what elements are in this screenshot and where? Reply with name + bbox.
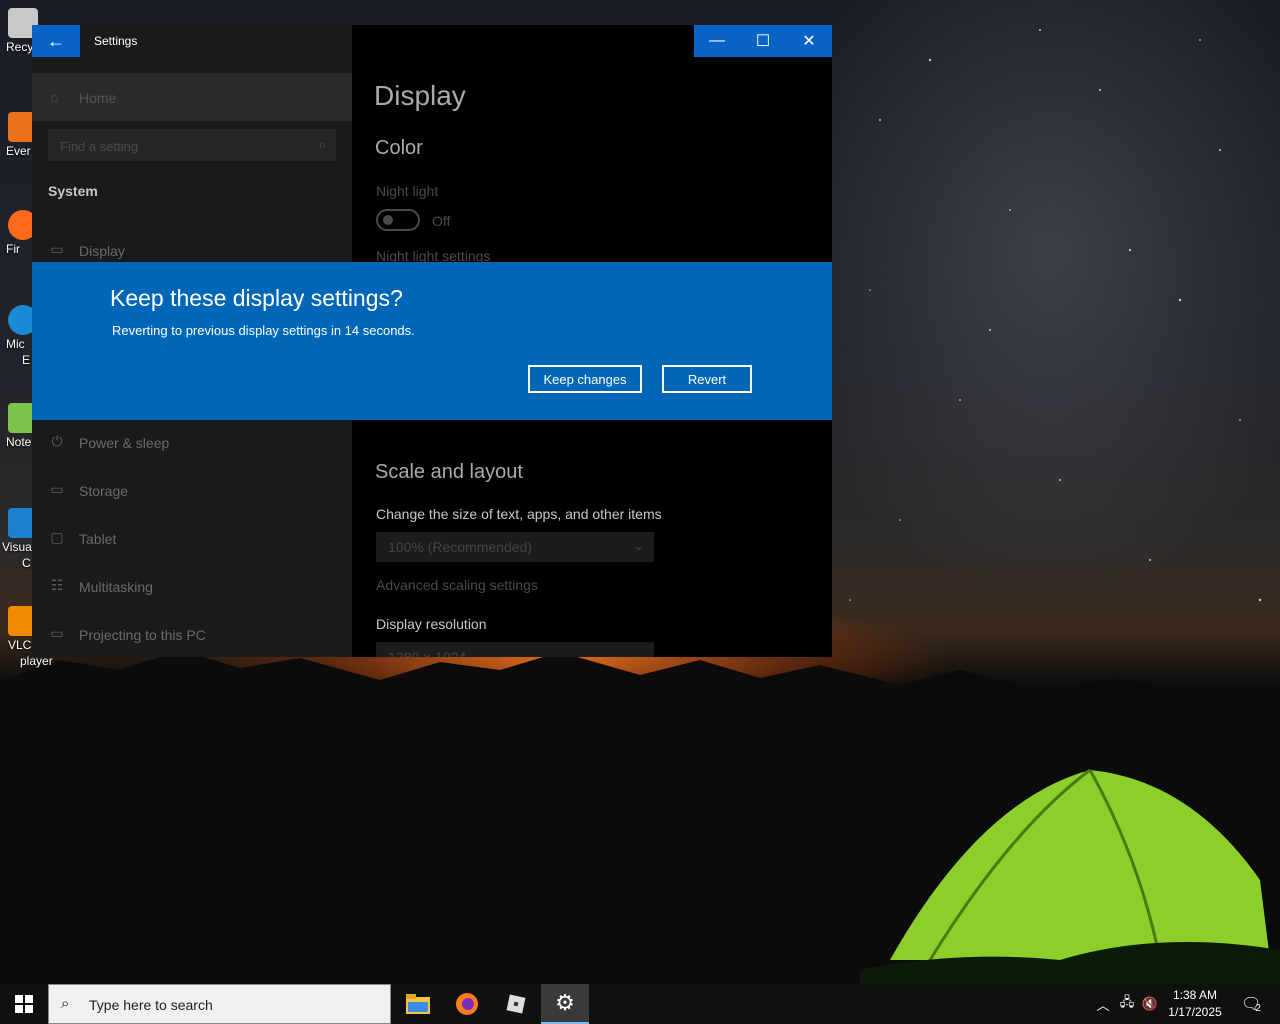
notification-count: 2: [1255, 1002, 1261, 1014]
chevron-down-icon: ⌄: [633, 538, 644, 553]
sidebar-item-storage[interactable]: ▭ Storage: [32, 467, 352, 515]
resolution-dropdown[interactable]: 1280 × 1024 ⌄: [376, 642, 654, 657]
clock[interactable]: 1:38 AM 1/17/2025: [1160, 987, 1230, 1021]
taskbar-search-box[interactable]: ⌕ Type here to search: [48, 984, 391, 1024]
color-heading: Color: [375, 137, 423, 159]
projecting-icon: ▭: [50, 625, 64, 641]
night-light-label: Night light: [376, 183, 439, 199]
minimize-icon: —: [709, 32, 725, 49]
taskbar-settings[interactable]: ⚙: [541, 984, 589, 1024]
arrow-left-icon: ←: [47, 30, 65, 51]
scale-dropdown[interactable]: 100% (Recommended) ⌄: [376, 532, 654, 562]
start-button[interactable]: [0, 984, 48, 1024]
green-tent: [860, 768, 1280, 984]
notification-center-button[interactable]: 🗨 2: [1236, 984, 1266, 1024]
search-input[interactable]: [48, 129, 312, 163]
settings-gear-icon: ⚙: [555, 990, 575, 1015]
windows-logo-icon: [15, 995, 33, 1013]
chevron-down-icon: ⌄: [633, 648, 644, 657]
tablet-icon: ▢: [50, 529, 64, 545]
clock-time: 1:38 AM: [1172, 988, 1218, 1002]
close-button[interactable]: ✕: [786, 25, 832, 57]
window-title: Settings: [94, 34, 138, 48]
page-title: Display: [374, 80, 466, 111]
clock-date: 1/17/2025: [1168, 1005, 1222, 1019]
keep-changes-button[interactable]: Keep changes: [528, 365, 642, 393]
section-title: System: [48, 183, 98, 199]
storage-icon: ▭: [50, 481, 64, 497]
advanced-scaling-link[interactable]: Advanced scaling settings: [376, 577, 538, 593]
sidebar-item-power-sleep[interactable]: ⏻ Power & sleep: [32, 419, 352, 467]
taskbar-roblox[interactable]: [492, 984, 540, 1024]
find-setting-search: ⌕: [48, 129, 336, 163]
keep-display-settings-dialog: Keep these display settings? Reverting t…: [32, 262, 832, 420]
volume-muted-icon: 🔇: [1141, 996, 1159, 1011]
close-icon: ✕: [802, 33, 816, 50]
scale-value: 100% (Recommended): [388, 539, 532, 555]
firefox-icon: [456, 993, 478, 1015]
minimize-button[interactable]: —: [694, 25, 740, 57]
window-controls: — ☐ ✕: [694, 25, 832, 57]
night-light-state: Off: [432, 213, 451, 229]
network-button[interactable]: 🖧: [1116, 984, 1138, 1024]
chevron-up-icon: ︿: [1096, 997, 1110, 1013]
multitasking-icon: ☷: [50, 577, 64, 593]
dialog-message: Reverting to previous display settings i…: [112, 323, 415, 338]
taskbar: ⌕ Type here to search ⚙ ︿ 🖧 🔇 1:38 AM 1/…: [0, 984, 1280, 1024]
volume-button[interactable]: 🔇: [1140, 984, 1160, 1024]
show-hidden-icons-button[interactable]: ︿: [1094, 984, 1112, 1024]
search-icon: ⌕: [61, 995, 70, 1012]
monitor-icon: ▭: [50, 241, 64, 257]
night-light-toggle[interactable]: [376, 209, 420, 231]
roblox-icon: [506, 994, 526, 1014]
network-icon: 🖧: [1119, 994, 1135, 1009]
scale-layout-heading: Scale and layout: [375, 461, 523, 483]
resolution-value: 1280 × 1024: [388, 649, 467, 657]
maximize-button[interactable]: ☐: [740, 25, 786, 57]
search-placeholder: Type here to search: [89, 997, 213, 1013]
sidebar-item-home[interactable]: ⌂ Home: [32, 73, 352, 121]
title-bar[interactable]: ← Settings — ☐ ✕: [32, 25, 832, 57]
search-icon[interactable]: ⌕: [319, 137, 326, 153]
sidebar-item-tablet[interactable]: ▢ Tablet: [32, 515, 352, 563]
back-button[interactable]: ←: [32, 25, 80, 57]
toggle-knob: [383, 215, 393, 225]
power-icon: ⏻: [51, 433, 63, 449]
maximize-icon: ☐: [755, 33, 771, 50]
resolution-label: Display resolution: [376, 616, 487, 632]
dialog-title: Keep these display settings?: [110, 285, 403, 311]
sidebar-item-projecting[interactable]: ▭ Projecting to this PC: [32, 611, 352, 657]
scale-label: Change the size of text, apps, and other…: [376, 506, 662, 522]
sidebar-item-multitasking[interactable]: ☷ Multitasking: [32, 563, 352, 611]
taskbar-firefox[interactable]: [443, 984, 491, 1024]
home-icon: ⌂: [50, 89, 59, 105]
taskbar-file-explorer[interactable]: [394, 984, 442, 1024]
revert-button[interactable]: Revert: [662, 365, 752, 393]
file-explorer-icon: [406, 994, 430, 1014]
